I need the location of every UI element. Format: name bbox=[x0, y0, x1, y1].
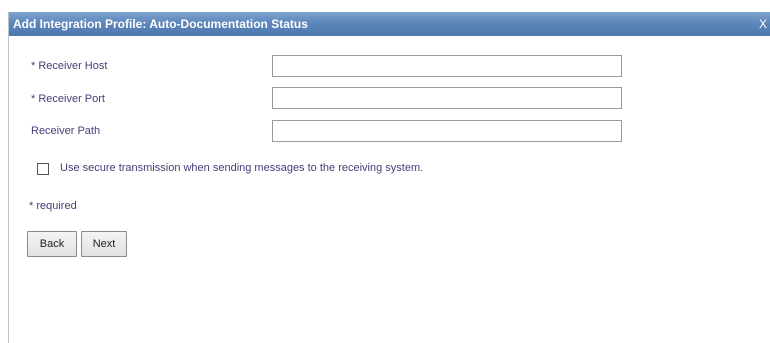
receiver-port-input[interactable] bbox=[272, 87, 622, 109]
secure-transmission-checkbox[interactable] bbox=[37, 163, 49, 175]
secure-transmission-label[interactable]: Use secure transmission when sending mes… bbox=[60, 162, 423, 174]
integration-profile-dialog: Add Integration Profile: Auto-Documentat… bbox=[8, 12, 770, 343]
receiver-port-label: * Receiver Port bbox=[31, 93, 105, 105]
receiver-host-input[interactable] bbox=[272, 55, 622, 77]
receiver-path-input[interactable] bbox=[272, 120, 622, 142]
receiver-path-label: Receiver Path bbox=[31, 125, 101, 137]
back-button[interactable]: Back bbox=[27, 231, 77, 257]
dialog-titlebar: Add Integration Profile: Auto-Documentat… bbox=[9, 12, 770, 36]
required-note: * required bbox=[29, 200, 77, 212]
dialog-title: Add Integration Profile: Auto-Documentat… bbox=[13, 17, 308, 31]
next-button[interactable]: Next bbox=[81, 231, 127, 257]
receiver-host-label: * Receiver Host bbox=[31, 60, 108, 72]
close-icon[interactable]: X bbox=[757, 16, 769, 32]
